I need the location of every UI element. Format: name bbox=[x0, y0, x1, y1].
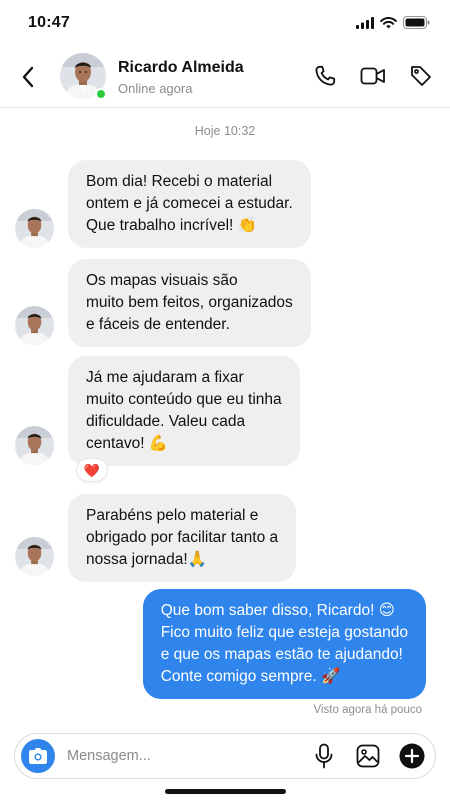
chat-header: Ricardo Almeida Online agora bbox=[0, 46, 450, 108]
plus-icon bbox=[399, 743, 425, 769]
tag-button[interactable] bbox=[406, 60, 436, 92]
message-text: Que bom saber disso, Ricardo! 😊 Fico mui… bbox=[160, 602, 408, 685]
avatar-image bbox=[15, 306, 54, 345]
battery-icon bbox=[403, 16, 430, 29]
message-list[interactable]: Hoje 10:32 Bom dia! Recebi o material on… bbox=[0, 108, 450, 728]
contact-status: Online agora bbox=[118, 81, 193, 96]
contact-name[interactable]: Ricardo Almeida bbox=[118, 59, 244, 77]
video-call-button[interactable] bbox=[358, 60, 388, 92]
incoming-message-bubble[interactable]: Parabéns pelo material e obrigado por fa… bbox=[68, 494, 297, 582]
back-arrow-icon bbox=[22, 66, 34, 88]
avatar-image bbox=[15, 537, 54, 576]
incoming-message-bubble[interactable]: Bom dia! Recebi o material ontem e já co… bbox=[68, 160, 311, 248]
message-avatar[interactable] bbox=[15, 209, 54, 248]
camera-button[interactable] bbox=[21, 739, 55, 773]
header-actions bbox=[310, 60, 436, 92]
seen-receipt: Visto agora há pouco bbox=[313, 704, 422, 716]
heart-reaction-icon: ❤️ bbox=[83, 462, 101, 478]
status-bar: 10:47 bbox=[0, 0, 450, 46]
composer-actions bbox=[309, 740, 427, 772]
online-indicator bbox=[95, 88, 107, 100]
message-composer bbox=[14, 733, 436, 779]
message-reaction[interactable]: ❤️ bbox=[76, 458, 108, 482]
gallery-button[interactable] bbox=[353, 740, 383, 772]
message-input[interactable] bbox=[67, 745, 287, 767]
message-text: Bom dia! Recebi o material ontem e já co… bbox=[86, 173, 293, 234]
avatar-image bbox=[15, 426, 54, 465]
wifi-icon bbox=[380, 16, 397, 28]
cellular-signal-icon bbox=[356, 16, 374, 29]
add-attachment-button[interactable] bbox=[397, 740, 427, 772]
message-avatar[interactable] bbox=[15, 426, 54, 465]
microphone-icon bbox=[315, 743, 333, 769]
phone-icon bbox=[315, 65, 336, 86]
image-icon bbox=[356, 744, 380, 768]
outgoing-message-bubble[interactable]: Que bom saber disso, Ricardo! 😊 Fico mui… bbox=[142, 589, 426, 699]
back-button[interactable] bbox=[14, 62, 42, 92]
incoming-message-bubble[interactable]: Já me ajudaram a fixar muito conteúdo qu… bbox=[68, 356, 300, 466]
voice-call-button[interactable] bbox=[310, 60, 340, 92]
status-time: 10:47 bbox=[28, 14, 70, 31]
home-indicator[interactable] bbox=[165, 789, 286, 794]
tag-icon bbox=[411, 66, 431, 86]
message-text: Os mapas visuais são muito bem feitos, o… bbox=[86, 272, 293, 333]
message-text: Já me ajudaram a fixar muito conteúdo qu… bbox=[86, 369, 282, 452]
message-avatar[interactable] bbox=[15, 306, 54, 345]
message-avatar[interactable] bbox=[15, 537, 54, 576]
status-icons bbox=[356, 16, 430, 29]
incoming-message-bubble[interactable]: Os mapas visuais são muito bem feitos, o… bbox=[68, 259, 311, 347]
voice-message-button[interactable] bbox=[309, 740, 339, 772]
date-separator: Hoje 10:32 bbox=[194, 124, 256, 138]
avatar-image bbox=[15, 209, 54, 248]
camera-icon bbox=[29, 748, 47, 764]
video-icon bbox=[360, 67, 385, 85]
message-text: Parabéns pelo material e obrigado por fa… bbox=[86, 507, 279, 568]
